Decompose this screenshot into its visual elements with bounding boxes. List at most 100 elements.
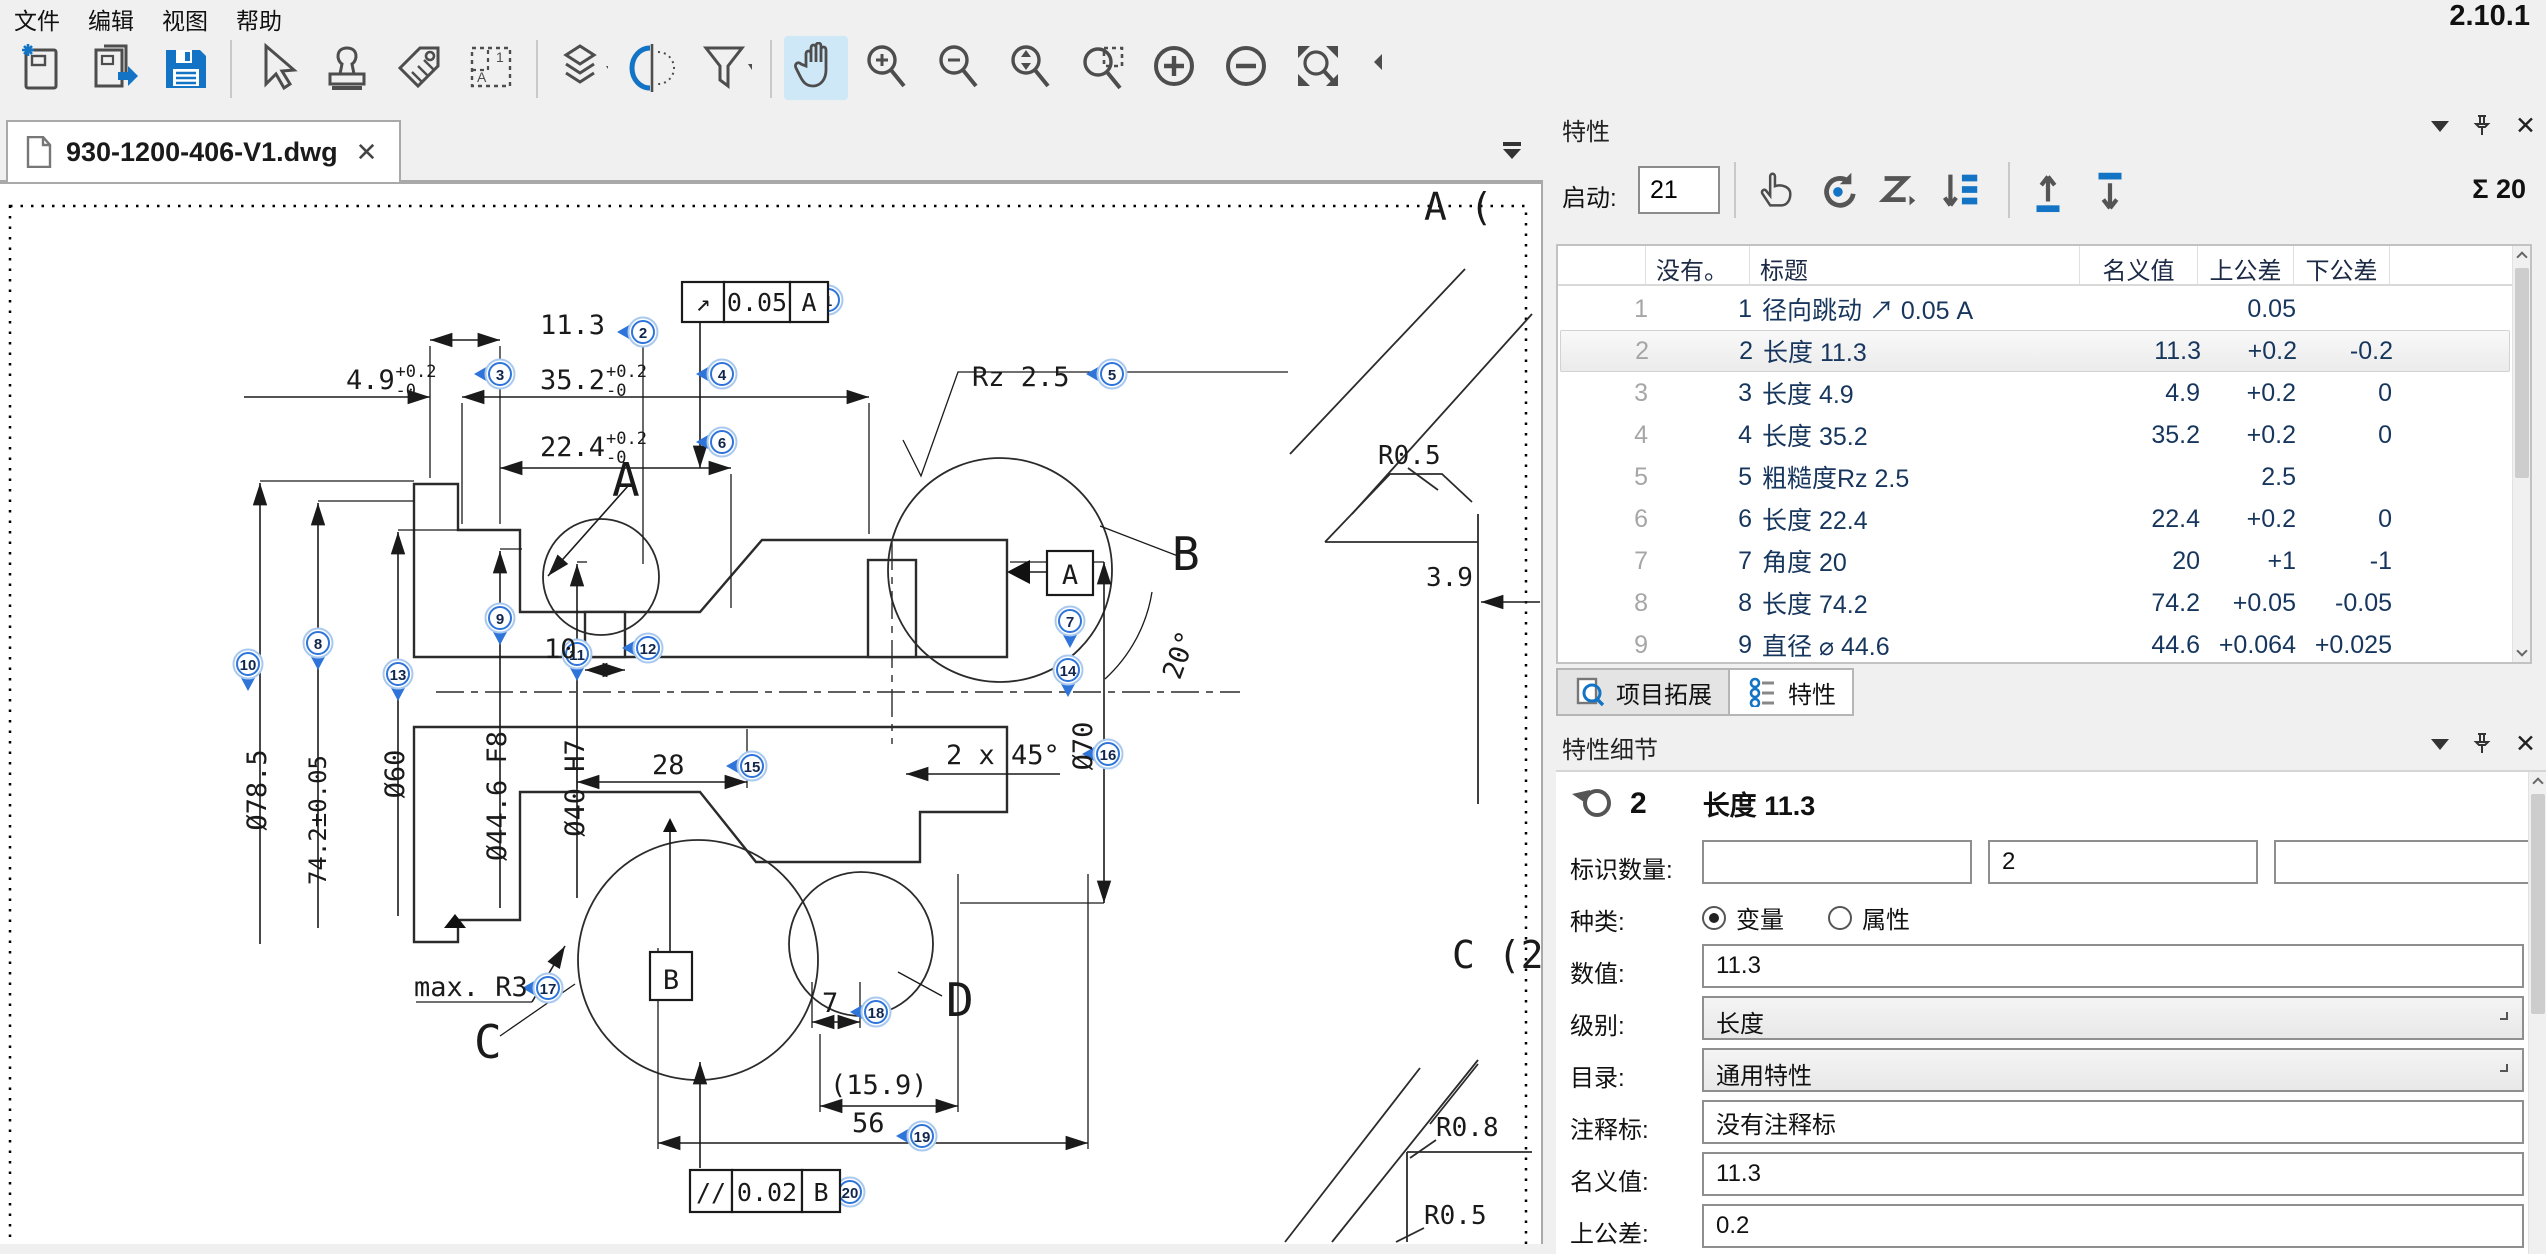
pin-icon[interactable] xyxy=(2471,114,2493,138)
scroll-up-icon[interactable] xyxy=(2529,772,2546,790)
balloon-17[interactable]: 17 xyxy=(522,974,563,1003)
document-tab[interactable]: 930-1200-406-V1.dwg ✕ xyxy=(6,120,401,182)
save-icon[interactable] xyxy=(154,36,218,100)
hand-point-icon[interactable] xyxy=(1748,164,1800,216)
input-2[interactable] xyxy=(1702,944,2524,988)
column-header-1[interactable]: 没有。 xyxy=(1646,246,1750,284)
layers-icon[interactable] xyxy=(550,36,614,100)
table-scroll-thumb[interactable] xyxy=(2515,268,2529,478)
column-header-5[interactable]: 下公差 xyxy=(2294,246,2390,284)
mirror-icon[interactable] xyxy=(622,36,686,100)
balloon-5[interactable]: 5 xyxy=(1086,360,1127,389)
balloon-13[interactable]: 13 xyxy=(384,660,413,702)
drawing-label: 56 xyxy=(852,1108,885,1139)
balloon-10[interactable]: 10 xyxy=(234,650,263,692)
field-row-1: 种类:变量属性 xyxy=(1570,892,2506,940)
drawing-label: 7 xyxy=(822,988,838,1019)
table-row[interactable]: 11径向跳动 ↗ 0.05 A0.05 xyxy=(1560,288,2510,330)
table-row[interactable]: 77角度 2020+1-1 xyxy=(1560,540,2510,582)
balloon-7[interactable]: 7 xyxy=(1056,607,1085,649)
table-row[interactable]: 99直径 ⌀ 44.644.6+0.064+0.025 xyxy=(1560,624,2510,666)
balloon-14[interactable]: 14 xyxy=(1054,656,1083,698)
drawing-label: Ø60 xyxy=(380,750,411,799)
zoom-dynamic-icon[interactable] xyxy=(1000,36,1064,100)
id-quantity-input-0[interactable] xyxy=(1702,840,1972,884)
menu-item-1[interactable]: 编辑 xyxy=(74,0,148,36)
filter-icon[interactable] xyxy=(694,36,758,100)
panel-close-icon[interactable]: ✕ xyxy=(2515,116,2536,136)
open-document-icon[interactable] xyxy=(82,36,146,100)
input-6[interactable] xyxy=(1702,1152,2524,1196)
tab-特性[interactable]: 特性 xyxy=(1730,668,1854,716)
scroll-down-icon[interactable] xyxy=(2513,644,2531,662)
panel-close-icon[interactable]: ✕ xyxy=(2515,734,2536,754)
zoom-out-icon[interactable] xyxy=(928,36,992,100)
balloon-4[interactable]: 4 xyxy=(696,360,737,389)
balloon-2[interactable]: 2 xyxy=(617,318,658,347)
panel-menu-icon[interactable] xyxy=(2431,121,2449,132)
drawing-label: max. R3 xyxy=(414,972,528,1003)
table-row[interactable]: 55粗糙度Rz 2.52.5 xyxy=(1560,456,2510,498)
tag-icon[interactable] xyxy=(388,36,452,100)
tab-项目拓展[interactable]: 项目拓展 xyxy=(1556,668,1730,716)
column-header-3[interactable]: 名义值 xyxy=(2080,246,2198,284)
drawing-canvas[interactable]: 123456789101112131415161718192011.34.9+0… xyxy=(0,182,1543,1244)
radio-属性[interactable]: 属性 xyxy=(1828,900,1910,935)
field-row-7: 上公差: xyxy=(1570,1204,2506,1252)
panel-menu-icon[interactable] xyxy=(2431,739,2449,750)
move-top-icon[interactable] xyxy=(2022,164,2074,216)
smart-region-icon[interactable]: 1A xyxy=(460,36,524,100)
table-row[interactable]: 44长度 35.235.2+0.20 xyxy=(1560,414,2510,456)
input-5[interactable] xyxy=(1702,1100,2524,1144)
column-header-0[interactable] xyxy=(1558,246,1646,284)
move-bottom-icon[interactable] xyxy=(2084,164,2136,216)
table-row[interactable]: 66长度 22.422.4+0.20 xyxy=(1560,498,2510,540)
balloon-6[interactable]: 6 xyxy=(696,428,737,457)
column-header-2[interactable]: 标题 xyxy=(1750,246,2080,284)
zoom-in-icon[interactable] xyxy=(856,36,920,100)
close-tab-icon[interactable]: ✕ xyxy=(352,137,382,168)
panel-tabs: 项目拓展特性 xyxy=(1556,668,1854,718)
increase-icon[interactable] xyxy=(1144,36,1208,100)
id-quantity-input-1[interactable] xyxy=(1988,840,2258,884)
details-scroll-thumb[interactable] xyxy=(2531,794,2545,1014)
menu-item-2[interactable]: 视图 xyxy=(148,0,222,36)
table-row[interactable]: 33长度 4.94.9+0.20 xyxy=(1560,372,2510,414)
input-7[interactable] xyxy=(1702,1204,2524,1248)
sort-list-icon[interactable] xyxy=(1934,164,1986,216)
select-cursor-icon[interactable] xyxy=(244,36,308,100)
drawing-label: D xyxy=(946,973,974,1027)
pin-icon[interactable] xyxy=(2471,732,2493,756)
menu-item-0[interactable]: 文件 xyxy=(0,0,74,36)
table-row[interactable]: 22长度 11.311.3+0.2-0.2 xyxy=(1560,330,2510,372)
collapse-icon[interactable] xyxy=(1360,36,1424,100)
start-number-input[interactable] xyxy=(1638,166,1720,214)
z-sequence-icon[interactable] xyxy=(1872,164,1924,216)
menu-item-3[interactable]: 帮助 xyxy=(222,0,296,36)
balloon-8[interactable]: 8 xyxy=(304,629,333,671)
zoom-fit-icon[interactable] xyxy=(1288,36,1352,100)
table-row[interactable]: 88长度 74.274.2+0.05-0.05 xyxy=(1560,582,2510,624)
pan-hand-icon[interactable] xyxy=(784,36,848,100)
zoom-window-icon[interactable] xyxy=(1072,36,1136,100)
balloon-3[interactable]: 3 xyxy=(474,360,515,389)
column-header-4[interactable]: 上公差 xyxy=(2198,246,2294,284)
table-scrollbar[interactable] xyxy=(2512,246,2530,662)
detail-balloon-number: 2 xyxy=(1630,787,1647,821)
select-4[interactable]: 通用特性 xyxy=(1702,1048,2524,1092)
new-document-icon[interactable] xyxy=(10,36,74,100)
select-3[interactable]: 长度 xyxy=(1702,996,2524,1040)
balloon-19[interactable]: 19 xyxy=(896,1122,937,1151)
drawing-label: R0.5 xyxy=(1378,441,1441,471)
drawing-label: Ø40 H7 xyxy=(560,739,591,837)
decrease-icon[interactable] xyxy=(1216,36,1280,100)
tab-list-icon[interactable] xyxy=(1499,138,1525,167)
app-version: 2.10.1 xyxy=(2449,0,2530,33)
id-quantity-input-2[interactable] xyxy=(2274,840,2544,884)
scroll-up-icon[interactable] xyxy=(2513,246,2531,264)
stamp-icon[interactable] xyxy=(316,36,380,100)
details-scrollbar[interactable] xyxy=(2528,772,2546,1254)
radio-变量[interactable]: 变量 xyxy=(1702,900,1784,935)
renumber-icon[interactable] xyxy=(1810,164,1862,216)
svg-text:19: 19 xyxy=(914,1129,931,1146)
